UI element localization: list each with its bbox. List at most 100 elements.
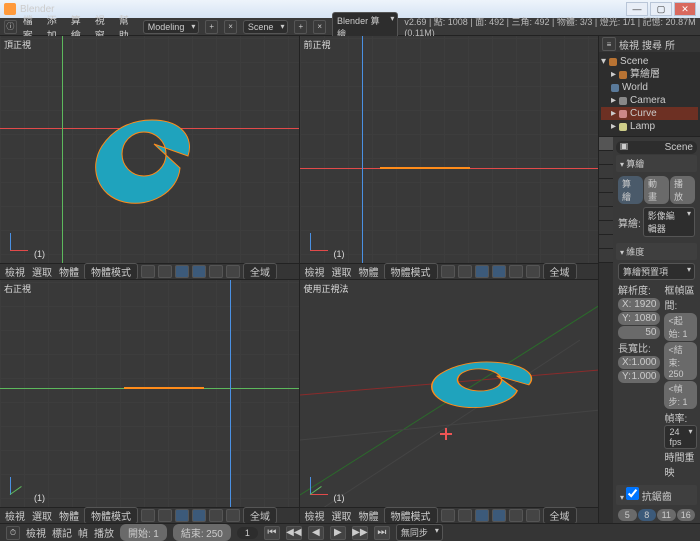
tab-modifiers[interactable] bbox=[599, 221, 613, 235]
res-x[interactable]: X:1920 bbox=[618, 298, 660, 311]
frame-current-field[interactable]: 1 bbox=[237, 527, 258, 539]
aa-checkbox[interactable] bbox=[626, 487, 639, 500]
minimize-button[interactable]: — bbox=[626, 2, 648, 16]
scene-dropdown[interactable]: Scene bbox=[243, 20, 289, 34]
manipulator-icon[interactable] bbox=[475, 509, 489, 522]
frame-start-field[interactable]: 開始: 1 bbox=[120, 524, 167, 541]
aa-16[interactable]: 16 bbox=[677, 509, 696, 521]
outliner-tree[interactable]: ▾Scene ▸算繪層 World ▸Camera ▸Curve ▸Lamp bbox=[599, 52, 700, 137]
tab-material[interactable] bbox=[599, 249, 613, 263]
tab-world[interactable] bbox=[599, 179, 613, 193]
play-button[interactable]: ▶ bbox=[330, 526, 346, 540]
scale-icon[interactable] bbox=[226, 509, 240, 522]
outliner-lamp[interactable]: Lamp bbox=[630, 120, 655, 133]
pivot-icon[interactable] bbox=[458, 265, 472, 278]
tl-menu-marker[interactable]: 標記 bbox=[52, 525, 72, 540]
rotate-icon[interactable] bbox=[509, 509, 523, 522]
vp-menu-view[interactable]: 檢視 bbox=[303, 264, 327, 279]
aspect-y[interactable]: Y:1.000 bbox=[618, 370, 660, 383]
prev-key-button[interactable]: ◀◀ bbox=[286, 526, 302, 540]
pivot-icon[interactable] bbox=[158, 509, 172, 522]
frame-end-field[interactable]: 結束: 250 bbox=[173, 524, 231, 541]
play-rev-button[interactable]: ◀ bbox=[308, 526, 324, 540]
shading-icon[interactable] bbox=[141, 265, 155, 278]
play-button[interactable]: 播放 bbox=[670, 176, 695, 204]
shading-icon[interactable] bbox=[141, 509, 155, 522]
fps-dropdown[interactable]: 24 fps bbox=[664, 425, 696, 449]
tl-menu-playback[interactable]: 播放 bbox=[94, 525, 114, 540]
outliner-menu-all[interactable]: 所 bbox=[665, 37, 675, 52]
vp-menu-object[interactable]: 物體 bbox=[57, 264, 81, 279]
translate-icon[interactable] bbox=[492, 509, 506, 522]
vp-menu-object[interactable]: 物體 bbox=[57, 508, 81, 523]
curve-object[interactable] bbox=[420, 352, 560, 432]
rotate-icon[interactable] bbox=[209, 509, 223, 522]
scale-icon[interactable] bbox=[526, 265, 540, 278]
translate-icon[interactable] bbox=[192, 265, 206, 278]
translate-icon[interactable] bbox=[192, 509, 206, 522]
scene-del-button[interactable]: × bbox=[313, 20, 326, 34]
curve-edge[interactable] bbox=[380, 167, 470, 169]
mode-dropdown[interactable]: 物體模式 bbox=[384, 263, 438, 279]
aspect-x[interactable]: X:1.000 bbox=[618, 356, 660, 369]
shading-icon[interactable] bbox=[441, 265, 455, 278]
jump-end-button[interactable]: ⏭ bbox=[374, 526, 390, 540]
outliner-scene[interactable]: Scene bbox=[620, 55, 648, 68]
orientation-dropdown[interactable]: 全域 bbox=[243, 263, 277, 279]
scale-icon[interactable] bbox=[226, 265, 240, 278]
tab-data[interactable] bbox=[599, 235, 613, 249]
mode-dropdown[interactable]: 物體模式 bbox=[84, 507, 138, 523]
outliner-world[interactable]: World bbox=[622, 81, 648, 94]
outliner-camera[interactable]: Camera bbox=[630, 94, 666, 107]
aa-8[interactable]: 8 bbox=[638, 509, 657, 521]
scene-add-button[interactable]: + bbox=[294, 20, 307, 34]
vp-menu-view[interactable]: 檢視 bbox=[303, 508, 327, 523]
outliner-menu-search[interactable]: 搜尋 bbox=[642, 37, 662, 52]
aa-5[interactable]: 5 bbox=[618, 509, 637, 521]
sync-dropdown[interactable]: 無同步 bbox=[396, 524, 443, 541]
tab-scene[interactable] bbox=[599, 165, 613, 179]
tl-menu-view[interactable]: 檢視 bbox=[26, 525, 46, 540]
manipulator-icon[interactable] bbox=[175, 509, 189, 522]
layout-del-button[interactable]: × bbox=[224, 20, 237, 34]
maximize-button[interactable]: ▢ bbox=[650, 2, 672, 16]
vp-menu-object[interactable]: 物體 bbox=[357, 508, 381, 523]
3d-cursor[interactable] bbox=[440, 428, 452, 440]
editor-type-icon[interactable]: ≡ bbox=[602, 37, 616, 51]
info-icon[interactable]: ⓘ bbox=[4, 20, 17, 34]
frame-end[interactable]: <結束: 250 bbox=[664, 342, 696, 380]
close-button[interactable]: ✕ bbox=[674, 2, 696, 16]
frame-start[interactable]: <起始: 1 bbox=[664, 313, 696, 341]
tab-renderlayers[interactable] bbox=[599, 151, 613, 165]
vp-menu-object[interactable]: 物體 bbox=[357, 264, 381, 279]
viewport-right[interactable]: 右正視 (1) 檢視 選取 物體 物體模式 全域 bbox=[0, 280, 299, 523]
dimensions-preset[interactable]: 算繪預置項 bbox=[618, 263, 695, 280]
tab-object[interactable] bbox=[599, 193, 613, 207]
outliner-curve[interactable]: Curve bbox=[630, 107, 657, 120]
layout-add-button[interactable]: + bbox=[205, 20, 218, 34]
tab-constraints[interactable] bbox=[599, 207, 613, 221]
manipulator-icon[interactable] bbox=[175, 265, 189, 278]
vp-menu-view[interactable]: 檢視 bbox=[3, 264, 27, 279]
anim-button[interactable]: 動畫 bbox=[644, 176, 669, 204]
aa-11[interactable]: 11 bbox=[657, 509, 676, 521]
outliner-renderlayers[interactable]: 算繪層 bbox=[630, 68, 660, 81]
panel-render-header[interactable]: 算繪 bbox=[616, 155, 697, 172]
rotate-icon[interactable] bbox=[509, 265, 523, 278]
orientation-dropdown[interactable]: 全域 bbox=[543, 507, 577, 523]
display-dropdown[interactable]: 影像編輯器 bbox=[643, 207, 695, 237]
tl-menu-frame[interactable]: 幀 bbox=[78, 525, 88, 540]
viewport-user[interactable]: 使用正視法 (1) 檢視 選取 物體 物體模式 全域 bbox=[300, 280, 599, 523]
vp-menu-select[interactable]: 選取 bbox=[330, 508, 354, 523]
layout-dropdown[interactable]: Modeling bbox=[143, 20, 200, 34]
panel-dimensions-header[interactable]: 維度 bbox=[616, 243, 697, 260]
outliner-menu-view[interactable]: 檢視 bbox=[619, 37, 639, 52]
orientation-dropdown[interactable]: 全域 bbox=[243, 507, 277, 523]
scene-name[interactable]: Scene bbox=[665, 142, 693, 153]
jump-start-button[interactable]: ⏮ bbox=[264, 526, 280, 540]
orientation-dropdown[interactable]: 全域 bbox=[543, 263, 577, 279]
tab-render[interactable] bbox=[599, 137, 613, 151]
scale-icon[interactable] bbox=[526, 509, 540, 522]
next-key-button[interactable]: ▶▶ bbox=[352, 526, 368, 540]
curve-edge[interactable] bbox=[124, 387, 204, 389]
